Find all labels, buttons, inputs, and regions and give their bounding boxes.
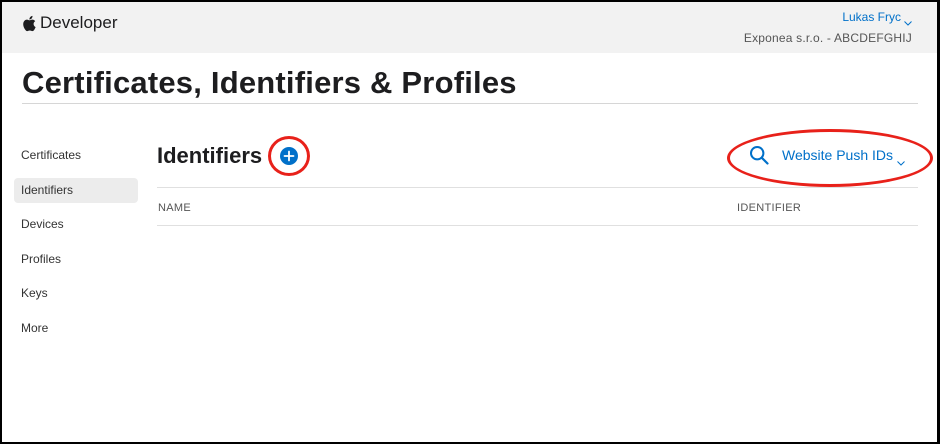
column-header-identifier[interactable]: IDENTIFIER xyxy=(737,202,801,214)
search-icon xyxy=(749,145,769,165)
account-menu: Lukas Fryc Exponea s.r.o. - ABCDEFGHIJ xyxy=(744,8,912,45)
sidebar-nav: Certificates Identifiers Devices Profile… xyxy=(14,143,138,350)
app-window: Developer Lukas Fryc Exponea s.r.o. - AB… xyxy=(2,2,937,442)
filter-label: Website Push IDs xyxy=(782,147,894,163)
column-header-name[interactable]: NAME xyxy=(158,202,191,214)
sidebar-item-profiles[interactable]: Profiles xyxy=(14,247,138,272)
sidebar-item-more[interactable]: More xyxy=(14,316,138,341)
chevron-down-icon xyxy=(897,153,905,166)
plus-circle-icon xyxy=(283,150,295,162)
page-title: Certificates, Identifiers & Profiles xyxy=(22,65,517,100)
add-identifier-button[interactable] xyxy=(280,147,298,165)
title-divider xyxy=(22,103,918,104)
apple-logo-icon xyxy=(22,15,36,32)
team-name: Exponea s.r.o. - ABCDEFGHIJ xyxy=(743,31,912,45)
identifier-type-filter[interactable]: Website Push IDs xyxy=(749,145,905,166)
developer-home-link[interactable]: Developer xyxy=(22,13,118,33)
add-identifier-highlight xyxy=(268,136,310,176)
section-title: Identifiers xyxy=(157,143,263,168)
sidebar-item-keys[interactable]: Keys xyxy=(14,281,138,306)
sidebar-item-devices[interactable]: Devices xyxy=(14,212,138,237)
chevron-down-icon xyxy=(904,15,912,26)
sidebar-item-identifiers[interactable]: Identifiers xyxy=(14,177,138,203)
sidebar-item-certificates[interactable]: Certificates xyxy=(14,143,138,168)
user-name: Lukas Fryc xyxy=(842,10,901,24)
brand-label: Developer xyxy=(40,13,118,32)
user-menu-button[interactable]: Lukas Fryc xyxy=(842,10,912,26)
top-navigation-bar: Developer Lukas Fryc Exponea s.r.o. - AB… xyxy=(2,2,937,53)
table-top-divider xyxy=(157,187,918,188)
table-header-divider xyxy=(157,225,918,226)
